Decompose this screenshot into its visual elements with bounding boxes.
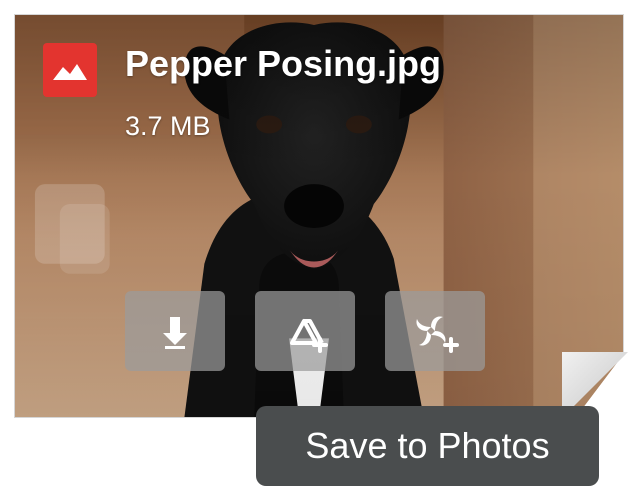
tooltip-text: Save to Photos [305, 425, 550, 466]
image-attachment-card[interactable]: Pepper Posing.jpg 3.7 MB [14, 14, 624, 418]
save-to-photos-tooltip: Save to Photos [256, 406, 599, 486]
download-icon [163, 317, 187, 349]
add-to-photos-button[interactable] [385, 291, 485, 371]
file-size: 3.7 MB [125, 111, 211, 141]
photos-add-icon [416, 316, 459, 353]
drive-add-icon [290, 319, 328, 353]
file-name: Pepper Posing.jpg [125, 43, 442, 84]
image-file-icon [43, 43, 97, 97]
add-to-drive-button[interactable] [255, 291, 355, 371]
download-button[interactable] [125, 291, 225, 371]
